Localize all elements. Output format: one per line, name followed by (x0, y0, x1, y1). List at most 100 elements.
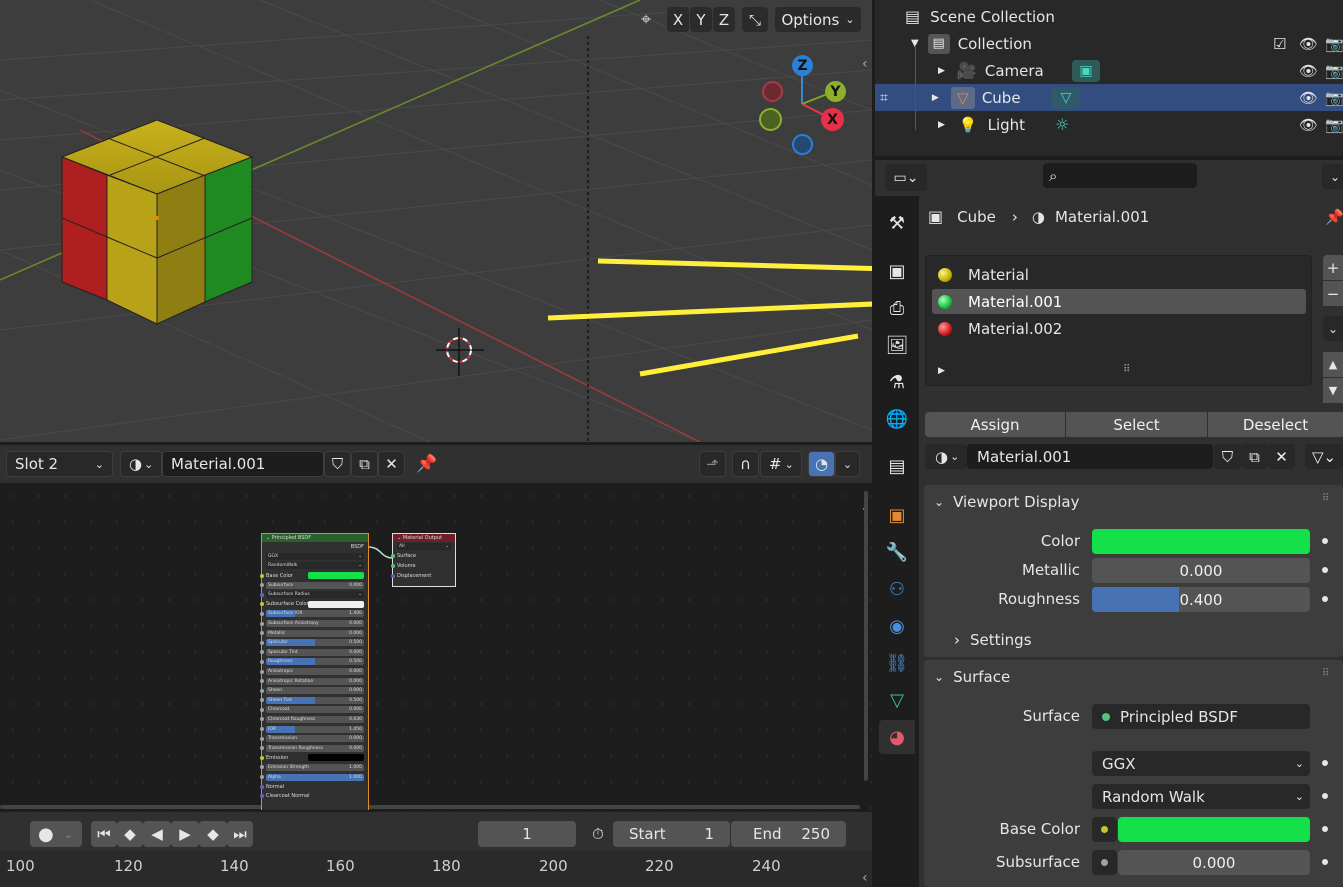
jump-to-end-icon[interactable]: ⏭ (227, 821, 253, 847)
bsdf-input-row[interactable]: Base Color (260, 571, 368, 581)
jump-to-start-icon[interactable]: ⏮ (91, 821, 117, 847)
select-button[interactable]: Select (1066, 412, 1207, 437)
bsdf-value-slider[interactable]: Subsurface 0.000 (266, 581, 364, 589)
bsdf-value-slider[interactable]: Emission Strength 1.000 (266, 763, 364, 771)
object-data-tab-icon[interactable]: ▽ (879, 683, 915, 717)
socket-dot[interactable] (260, 765, 264, 770)
eye-icon[interactable]: 👁 (1299, 89, 1318, 107)
bsdf-input-row[interactable]: Anisotropic Rotation 0.000 (260, 676, 368, 686)
socket-dot[interactable] (260, 727, 264, 732)
node-editor-canvas[interactable]: ‹ ⌄ Principled BSDF BSDF GGX⌄RandomWalk⌄… (0, 483, 872, 810)
bsdf-input-row[interactable]: Transmission 0.000 (260, 734, 368, 744)
material-tab-icon[interactable]: ◕ (879, 720, 915, 754)
collection-tab-icon[interactable]: ▤ (879, 449, 915, 483)
roughness-slider[interactable]: 0.400 (1092, 587, 1310, 612)
material-slot-item[interactable]: Material (932, 262, 1306, 287)
drag-handle-icon[interactable]: ⠿ (1322, 493, 1329, 504)
keyframe-dot-icon[interactable] (1322, 793, 1328, 799)
output-target-row[interactable]: All ⌄ (393, 542, 455, 552)
transform-pivot-icon[interactable]: ⌖ (641, 9, 651, 30)
light-data-icon[interactable]: ☼ (1055, 115, 1069, 134)
bsdf-dropdown[interactable]: Subsurface Radius ⌄ (266, 591, 364, 599)
expand-arrow-icon[interactable]: ▶ (938, 366, 945, 376)
socket-dot[interactable] (391, 554, 395, 559)
fake-user-shield-icon[interactable]: ⛉ (1214, 444, 1241, 469)
outliner-row-camera[interactable]: ▶ 🎥 Camera ▣ 👁 📷 (875, 57, 1343, 84)
start-frame-field[interactable]: Start 1 (613, 821, 730, 847)
snap-magnet-icon[interactable]: ∩ (732, 451, 759, 477)
bsdf-dropdown[interactable]: RandomWalk ⌄ (266, 562, 364, 570)
assign-button[interactable]: Assign (925, 412, 1065, 437)
material-name-field[interactable]: Material.001 (162, 451, 324, 477)
auto-keying-button[interactable]: ● ⌄ (30, 821, 82, 847)
physics-tab-icon[interactable]: ◉ (879, 609, 915, 643)
color-swatch[interactable] (308, 572, 364, 580)
gizmo-z-axis[interactable]: Z (792, 55, 813, 76)
vertical-scrollbar[interactable] (864, 491, 868, 781)
3d-viewport[interactable]: ⌖ X Y Z ⤡ Options ⌄ ‹ Z Y X (0, 0, 872, 442)
keyframe-dot-icon[interactable] (1322, 538, 1328, 544)
output-tab-icon[interactable]: ⎙ (879, 291, 915, 325)
bsdf-dropdown[interactable]: GGX ⌄ (266, 552, 364, 560)
object-mode-icon[interactable]: ⌗ (880, 90, 888, 106)
bsdf-value-slider[interactable]: Sheen Tint 0.500 (266, 696, 364, 704)
chevron-down-icon[interactable]: ⌄ (1322, 164, 1343, 189)
camera-data-icon[interactable]: ▣ (1072, 59, 1100, 82)
bsdf-value-slider[interactable]: Roughness 0.500 (266, 658, 364, 666)
socket-dot[interactable] (260, 602, 264, 607)
surface-shader-selector[interactable]: Principled BSDF (1092, 704, 1310, 729)
unlink-close-icon[interactable]: ✕ (378, 451, 405, 477)
keyframe-dot-icon[interactable] (1322, 859, 1328, 865)
current-frame-field[interactable]: 1 (478, 821, 576, 847)
bsdf-input-row[interactable]: Specular 0.500 (260, 638, 368, 648)
bsdf-input-row[interactable]: Specular Tint 0.000 (260, 648, 368, 658)
socket-dot[interactable] (260, 707, 264, 712)
principled-bsdf-node[interactable]: ⌄ Principled BSDF BSDF GGX ⌄ RandomWalk ⌄ Ba… (260, 533, 369, 810)
end-frame-field[interactable]: End 250 (731, 821, 846, 847)
mirror-z-button[interactable]: Z (713, 7, 735, 32)
play-reverse-icon[interactable]: ◀ (143, 821, 171, 847)
gizmo-neg-z[interactable] (792, 134, 813, 155)
color-swatch[interactable] (308, 754, 364, 762)
color-swatch[interactable] (308, 600, 364, 608)
expand-arrow-icon[interactable]: ▶ (938, 66, 945, 76)
camera-render-icon[interactable]: 📷 (1325, 62, 1343, 80)
bsdf-input-row[interactable]: Transmission Roughness 0.000 (260, 743, 368, 753)
collapse-sidebar-icon[interactable]: ‹ (862, 870, 868, 886)
distribution-dropdown[interactable]: GGX ⌄ (1092, 751, 1310, 776)
bsdf-input-row[interactable]: Emission (260, 753, 368, 763)
particles-tab-icon[interactable]: ⚇ (879, 572, 915, 606)
bsdf-value-slider[interactable]: Sheen 0.000 (266, 687, 364, 695)
bsdf-input-row[interactable]: Subsurface IOR 1.400 (260, 609, 368, 619)
socket-dot[interactable] (260, 640, 264, 645)
bsdf-value-slider[interactable]: Specular 0.500 (266, 639, 364, 647)
material-browse-button[interactable]: ◑ ⌄ (120, 451, 162, 477)
mesh-data-icon[interactable]: ▽ (1052, 86, 1080, 109)
panel-header[interactable]: ⌄ Surface (934, 668, 1010, 686)
settings-subpanel-header[interactable]: › Settings (954, 631, 1032, 649)
outliner-row-cube-selected[interactable]: ⌗ ▶ ▽ Cube ▽ 👁 📷 (875, 84, 1343, 111)
camera-render-icon[interactable]: 📷 (1325, 116, 1343, 134)
snap-icon[interactable]: ⤡ (742, 7, 768, 32)
material-browse-button[interactable]: ◑ ⌄ (925, 444, 967, 469)
gizmo-neg-x[interactable] (762, 81, 783, 102)
overlay-dropdown-chevron-icon[interactable]: ⌄ (835, 451, 860, 477)
link-object-data-icon[interactable]: ▽⌄ (1305, 444, 1343, 469)
jump-prev-keyframe-icon[interactable]: ◆ (117, 821, 143, 847)
mirror-x-button[interactable]: X (667, 7, 689, 32)
object-tab-icon[interactable]: ▣ (879, 498, 915, 532)
bsdf-input-row[interactable]: Emission Strength 1.000 (260, 763, 368, 773)
eye-icon[interactable]: 👁 (1299, 62, 1318, 80)
resize-handle-icon[interactable]: ⠿ (1123, 364, 1130, 375)
remove-slot-icon[interactable]: − (1323, 281, 1343, 306)
play-icon[interactable]: ▶ (171, 821, 199, 847)
add-slot-icon[interactable]: + (1323, 255, 1343, 280)
socket-dot[interactable] (260, 794, 264, 799)
keyframe-dot-icon[interactable] (1322, 826, 1328, 832)
bsdf-input-row[interactable]: Clearcoat Roughness 0.030 (260, 715, 368, 725)
deselect-button[interactable]: Deselect (1208, 412, 1343, 437)
bsdf-value-slider[interactable]: IOR 1.450 (266, 725, 364, 733)
preview-range-stopwatch-icon[interactable]: ⏱ (584, 821, 612, 847)
eye-icon[interactable]: 👁 (1299, 116, 1318, 134)
options-dropdown[interactable]: Options ⌄ (775, 7, 861, 32)
